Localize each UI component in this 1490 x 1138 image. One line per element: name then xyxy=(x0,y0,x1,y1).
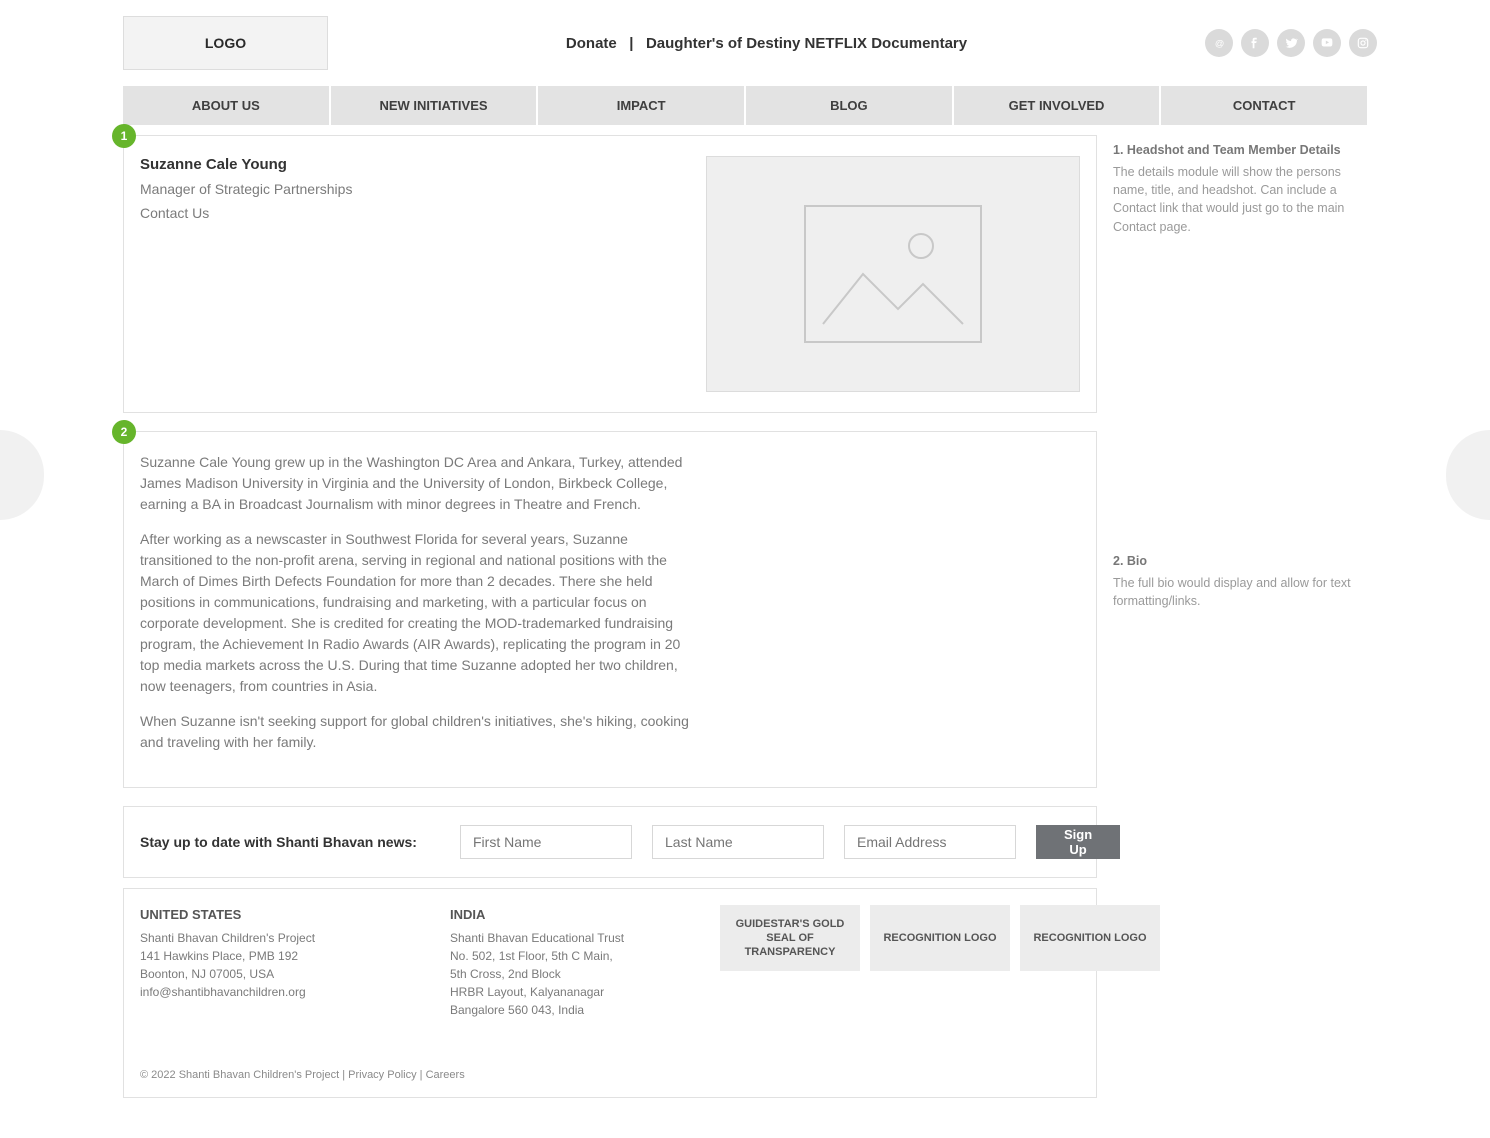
in-l2: No. 502, 1st Floor, 5th C Main, xyxy=(450,947,700,965)
signup-button[interactable]: Sign Up xyxy=(1036,825,1120,859)
recognition-guidestar: GUIDESTAR'S GOLD SEAL OF TRANSPARENCY xyxy=(720,905,860,971)
anno-1-body: The details module will show the persons… xyxy=(1113,163,1357,236)
bio-para-3: When Suzanne isn't seeking support for g… xyxy=(140,711,702,753)
instagram-icon[interactable] xyxy=(1349,29,1377,57)
in-l5: Bangalore 560 043, India xyxy=(450,1001,700,1019)
in-l4: HRBR Layout, Kalyananagar xyxy=(450,983,700,1001)
main-nav: ABOUT US NEW INITIATIVES IMPACT BLOG GET… xyxy=(123,86,1367,125)
us-l1: Shanti Bhavan Children's Project xyxy=(140,929,390,947)
social-row: @ xyxy=(1205,29,1377,57)
newsletter-signup: Stay up to date with Shanti Bhavan news:… xyxy=(123,806,1097,878)
anno-1-title: 1. Headshot and Team Member Details xyxy=(1113,141,1357,159)
svg-text:@: @ xyxy=(1215,39,1224,49)
annotation-badge-1: 1 xyxy=(112,124,136,148)
footer: UNITED STATES Shanti Bhavan Children's P… xyxy=(123,888,1097,1098)
youtube-icon[interactable] xyxy=(1313,29,1341,57)
last-name-input[interactable] xyxy=(652,825,824,859)
copyright: © 2022 Shanti Bhavan Children's Project … xyxy=(140,1069,700,1081)
recognition-logo-1: RECOGNITION LOGO xyxy=(870,905,1010,971)
annotations-column: 1. Headshot and Team Member Details The … xyxy=(1113,135,1357,1098)
person-name: Suzanne Cale Young xyxy=(140,156,686,173)
us-country: UNITED STATES xyxy=(140,905,390,925)
person-role: Manager of Strategic Partnerships xyxy=(140,181,686,197)
email-input[interactable] xyxy=(844,825,1016,859)
prev-arc[interactable] xyxy=(0,430,44,520)
nav-new-initiatives[interactable]: NEW INITIATIVES xyxy=(331,86,537,125)
careers-link[interactable]: Careers xyxy=(426,1069,465,1081)
at-icon[interactable]: @ xyxy=(1205,29,1233,57)
signup-label: Stay up to date with Shanti Bhavan news: xyxy=(140,834,440,850)
us-l3: Boonton, NJ 07005, USA xyxy=(140,965,390,983)
in-l3: 5th Cross, 2nd Block xyxy=(450,965,700,983)
headshot-details-module: 1 Suzanne Cale Young Manager of Strategi… xyxy=(123,135,1097,413)
nav-contact[interactable]: CONTACT xyxy=(1161,86,1367,125)
address-india: INDIA Shanti Bhavan Educational Trust No… xyxy=(450,905,700,1019)
privacy-link[interactable]: Privacy Policy xyxy=(348,1069,416,1081)
annotation-badge-2: 2 xyxy=(112,420,136,444)
sep: | xyxy=(621,35,642,52)
documentary-link[interactable]: Daughter's of Destiny NETFLIX Documentar… xyxy=(646,35,967,52)
bio-para-2: After working as a newscaster in Southwe… xyxy=(140,529,702,697)
donate-link[interactable]: Donate xyxy=(566,35,617,52)
anno-2-body: The full bio would display and allow for… xyxy=(1113,574,1357,610)
nav-about-us[interactable]: ABOUT US xyxy=(123,86,329,125)
anno-2-title: 2. Bio xyxy=(1113,552,1357,570)
bio-para-1: Suzanne Cale Young grew up in the Washin… xyxy=(140,452,702,515)
nav-impact[interactable]: IMPACT xyxy=(538,86,744,125)
person-contact-link[interactable]: Contact Us xyxy=(140,205,686,221)
us-l4[interactable]: info@shantibhavanchildren.org xyxy=(140,983,390,1001)
facebook-icon[interactable] xyxy=(1241,29,1269,57)
us-l2: 141 Hawkins Place, PMB 192 xyxy=(140,947,390,965)
in-country: INDIA xyxy=(450,905,700,925)
header: LOGO Donate | Daughter's of Destiny NETF… xyxy=(95,16,1395,86)
headshot-placeholder xyxy=(706,156,1080,392)
address-us: UNITED STATES Shanti Bhavan Children's P… xyxy=(140,905,390,1019)
in-l1: Shanti Bhavan Educational Trust xyxy=(450,929,700,947)
first-name-input[interactable] xyxy=(460,825,632,859)
recognition-row: GUIDESTAR'S GOLD SEAL OF TRANSPARENCY RE… xyxy=(720,905,1160,1081)
nav-get-involved[interactable]: GET INVOLVED xyxy=(954,86,1160,125)
logo[interactable]: LOGO xyxy=(123,16,328,70)
nav-blog[interactable]: BLOG xyxy=(746,86,952,125)
top-links: Donate | Daughter's of Destiny NETFLIX D… xyxy=(328,35,1205,52)
bio-module: 2 Suzanne Cale Young grew up in the Wash… xyxy=(123,431,1097,788)
twitter-icon[interactable] xyxy=(1277,29,1305,57)
next-arc[interactable] xyxy=(1446,430,1490,520)
